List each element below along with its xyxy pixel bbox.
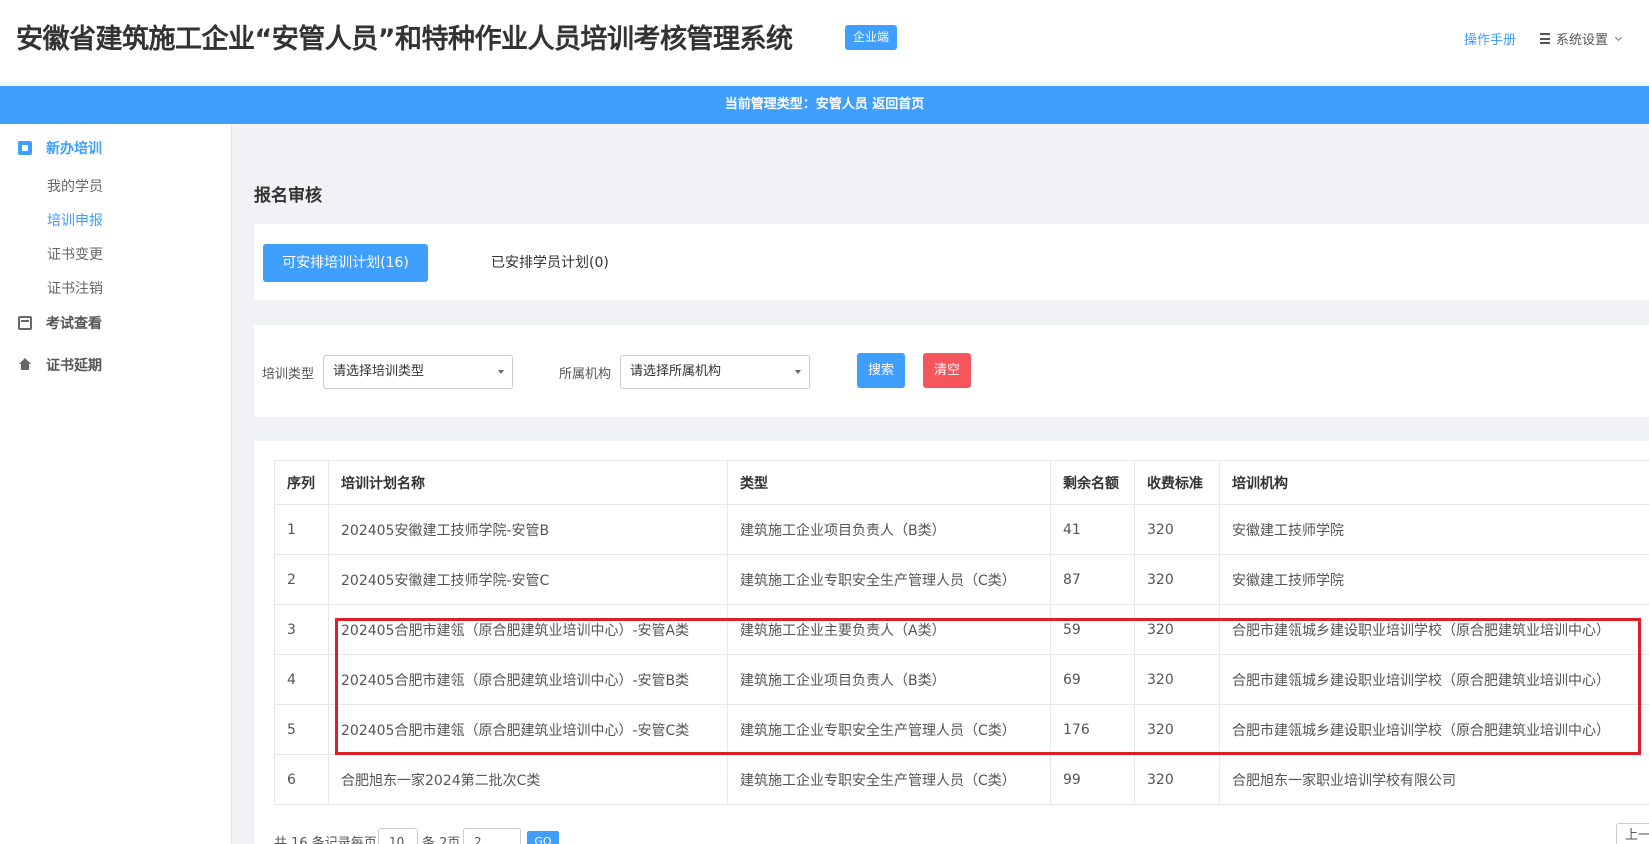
cell-remaining: 69 [1050,654,1135,705]
page-title: 报名审核 [254,186,322,206]
nav-group-label: 新办培训 [46,141,102,157]
cell-plan-name: 202405合肥市建瓴（原合肥建筑业培训中心）-安管A类 [328,604,728,655]
tab-available-plans[interactable]: 可安排培训计划(16) [263,244,428,282]
cell-institution: 合肥市建瓴城乡建设职业培训学校（原合肥建筑业培训中心） [1219,704,1649,755]
nav-group-certificate-extension[interactable]: 证书延期 [18,355,102,375]
home-icon [18,358,32,372]
column-header: 培训计划名称 [328,460,728,505]
sidebar-item-my-students[interactable]: 我的学员 [47,176,103,196]
search-button[interactable]: 搜索 [857,353,906,388]
training-type-placeholder: 请选择培训类型 [333,364,425,379]
app-title: 安徽省建筑施工企业“安管人员”和特种作业人员培训考核管理系统 [16,24,793,55]
prev-page-button[interactable]: 上一页 [1616,823,1649,844]
cell-remaining: 87 [1050,554,1135,605]
chevron-down-icon [1614,33,1623,41]
column-header: 培训机构 [1219,460,1649,505]
cell-institution: 合肥市建瓴城乡建设职业培训学校（原合肥建筑业培训中心） [1219,654,1649,705]
table-row[interactable]: 2 202405安徽建工技师学院-安管C 建筑施工企业专职安全生产管理人员（C类… [274,554,1649,605]
clipboard-icon [18,141,32,155]
cell-plan-name: 合肥旭东一家2024第二批次C类 [328,754,728,805]
cell-type: 建筑施工企业专职安全生产管理人员（C类） [727,754,1051,805]
column-header: 收费标准 [1134,460,1220,505]
cell-remaining: 176 [1050,704,1135,755]
pagination-total-text: 共 16 条记录每页 [274,836,377,844]
cell-plan-name: 202405安徽建工技师学院-安管C [328,554,728,605]
clear-button[interactable]: 清空 [923,353,972,388]
sidebar-item-training-application[interactable]: 培训申报 [47,210,103,230]
organization-label: 所属机构 [559,367,612,382]
back-home-link[interactable]: 返回首页 [872,97,924,112]
cell-index: 2 [274,554,329,605]
table-row[interactable]: 3 202405合肥市建瓴（原合肥建筑业培训中心）-安管A类 建筑施工企业主要负… [274,604,1649,655]
cell-institution: 安徽建工技师学院 [1219,554,1649,605]
cell-fee: 320 [1134,504,1220,555]
caret-down-icon [498,370,504,374]
cell-index: 1 [274,504,329,555]
manual-link[interactable]: 操作手册 [1464,29,1516,48]
nav-group-label: 证书延期 [46,358,102,374]
cell-fee: 320 [1134,704,1220,755]
cell-plan-name: 202405安徽建工技师学院-安管B [328,504,728,555]
settings-label: 系统设置 [1556,33,1609,48]
sidebar-item-certificate-change[interactable]: 证书变更 [47,244,103,264]
cell-institution: 合肥市建瓴城乡建设职业培训学校（原合肥建筑业培训中心） [1219,604,1649,655]
training-type-label: 培训类型 [262,367,315,382]
cell-type: 建筑施工企业项目负责人（B类） [727,504,1051,555]
sidebar: 新办培训 我的学员 培训申报 证书变更 证书注销 考试查看 证书延期 [0,124,232,844]
table-row[interactable]: 4 202405合肥市建瓴（原合肥建筑业培训中心）-安管B类 建筑施工企业项目负… [274,654,1649,705]
cell-plan-name: 202405合肥市建瓴（原合肥建筑业培训中心）-安管C类 [328,704,728,755]
column-header: 序列 [274,460,329,505]
cell-type: 建筑施工企业专职安全生产管理人员（C类） [727,554,1051,605]
training-plan-table: 序列 培训计划名称 类型 剩余名额 收费标准 培训机构 1 202405安徽建工… [274,460,1649,805]
page-size-input[interactable]: 10 [378,828,418,844]
management-type-bar: 当前管理类型：安管人员 返回首页 [0,86,1649,124]
tabs-card: 可安排培训计划(16) 已安排学员计划(0) [254,224,1649,300]
table-card: 序列 培训计划名称 类型 剩余名额 收费标准 培训机构 1 202405安徽建工… [254,441,1649,844]
cell-remaining: 99 [1050,754,1135,805]
cell-plan-name: 202405合肥市建瓴（原合肥建筑业培训中心）-安管B类 [328,654,728,705]
cell-index: 3 [274,604,329,655]
cell-index: 4 [274,654,329,705]
cell-fee: 320 [1134,754,1220,805]
cell-fee: 320 [1134,554,1220,605]
table-row[interactable]: 1 202405安徽建工技师学院-安管B 建筑施工企业项目负责人（B类） 41 … [274,504,1649,555]
sidebar-item-certificate-cancel[interactable]: 证书注销 [47,278,103,298]
edition-badge: 企业端 [845,25,898,50]
cell-type: 建筑施工企业专职安全生产管理人员（C类） [727,704,1051,755]
go-button[interactable]: GO [527,831,559,844]
nav-group-exam-view[interactable]: 考试查看 [18,313,102,333]
organization-select[interactable]: 请选择所属机构 [620,355,810,389]
tab-arranged-plans[interactable]: 已安排学员计划(0) [491,244,609,282]
cell-index: 6 [274,754,329,805]
cell-index: 5 [274,704,329,755]
app-header: 安徽省建筑施工企业“安管人员”和特种作业人员培训考核管理系统 企业端 操作手册 … [0,0,1649,82]
training-type-select[interactable]: 请选择培训类型 [323,355,513,389]
table-header-row: 序列 培训计划名称 类型 剩余名额 收费标准 培训机构 [274,460,1649,505]
settings-menu[interactable]: 系统设置 [1540,29,1623,48]
cell-remaining: 41 [1050,504,1135,555]
page-number-input[interactable]: 2 [463,828,521,844]
nav-group-label: 考试查看 [46,316,102,332]
cell-fee: 320 [1134,654,1220,705]
organization-placeholder: 请选择所属机构 [630,364,722,379]
management-type-text: 当前管理类型：安管人员 [724,97,868,112]
calendar-icon [18,316,32,330]
column-header: 剩余名额 [1050,460,1135,505]
table-row[interactable]: 6 合肥旭东一家2024第二批次C类 建筑施工企业专职安全生产管理人员（C类） … [274,754,1649,805]
cell-institution: 安徽建工技师学院 [1219,504,1649,555]
table-row[interactable]: 5 202405合肥市建瓴（原合肥建筑业培训中心）-安管C类 建筑施工企业专职安… [274,704,1649,755]
cell-type: 建筑施工企业项目负责人（B类） [727,654,1051,705]
cell-fee: 320 [1134,604,1220,655]
caret-down-icon [795,370,801,374]
cell-type: 建筑施工企业主要负责人（A类） [727,604,1051,655]
list-icon [1540,33,1550,44]
nav-group-new-training[interactable]: 新办培训 [18,138,102,158]
cell-institution: 合肥旭东一家职业培训学校有限公司 [1219,754,1649,805]
pagination-pages-text: 条 2页 [422,836,461,844]
column-header: 类型 [727,460,1051,505]
filter-card: 培训类型 请选择培训类型 所属机构 请选择所属机构 搜索 清空 [254,325,1649,417]
cell-remaining: 59 [1050,604,1135,655]
